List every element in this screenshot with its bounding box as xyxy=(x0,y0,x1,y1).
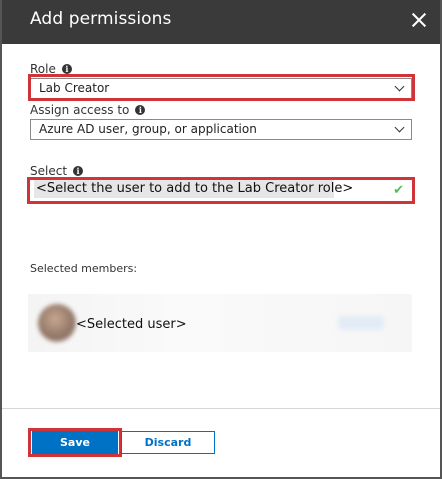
panel-title: Add permissions xyxy=(30,9,172,29)
save-highlight xyxy=(28,428,122,457)
member-name: <Selected user> xyxy=(76,317,187,332)
assign-access-label-row: Assign access to i xyxy=(30,103,146,117)
close-icon[interactable] xyxy=(410,11,428,29)
list-item: <Selected user> xyxy=(28,294,412,352)
select-label-row: Select i xyxy=(30,164,84,178)
assign-access-label: Assign access to xyxy=(30,103,130,117)
panel-header: Add permissions xyxy=(2,0,440,44)
select-label: Select xyxy=(30,164,68,178)
footer-divider xyxy=(2,408,440,409)
info-icon: i xyxy=(73,166,84,176)
role-highlight xyxy=(28,74,415,101)
assign-access-value: Azure AD user, group, or application xyxy=(39,122,257,136)
select-input-text: <Select the user to add to the Lab Creat… xyxy=(36,181,354,196)
info-icon: i xyxy=(135,105,146,115)
chevron-down-icon xyxy=(395,125,405,135)
remove-member-button[interactable] xyxy=(338,316,384,330)
discard-button[interactable]: Discard xyxy=(121,431,215,454)
info-icon: i xyxy=(61,64,72,74)
avatar xyxy=(38,304,76,342)
assign-access-dropdown[interactable]: Azure AD user, group, or application xyxy=(30,119,412,140)
selected-members-label: Selected members: xyxy=(30,262,138,275)
